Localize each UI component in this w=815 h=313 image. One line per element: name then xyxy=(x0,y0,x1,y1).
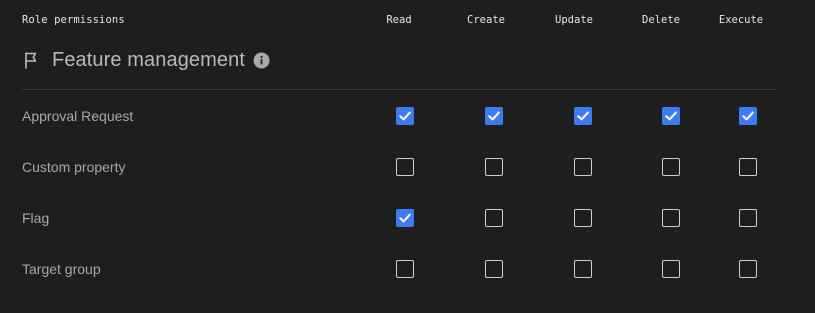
read-checkbox[interactable] xyxy=(396,158,414,176)
permission-row-flag: Flag xyxy=(0,198,815,238)
execute-checkbox[interactable] xyxy=(739,158,757,176)
permission-row-label: Custom property xyxy=(22,159,126,175)
column-header-create: Create xyxy=(467,14,505,26)
column-header-read: Read xyxy=(386,14,412,26)
permission-row-custom-property: Custom property xyxy=(0,147,815,187)
execute-checkbox[interactable] xyxy=(739,260,757,278)
update-checkbox[interactable] xyxy=(574,260,592,278)
permission-row-label: Target group xyxy=(22,261,101,277)
permissions-header-row: Role permissions Read Create Update Dele… xyxy=(0,0,815,40)
create-checkbox[interactable] xyxy=(485,209,503,227)
info-icon[interactable] xyxy=(253,52,270,69)
column-header-delete: Delete xyxy=(642,14,680,26)
feature-management-section-header: Feature management xyxy=(22,45,270,75)
section-divider xyxy=(22,89,777,90)
execute-checkbox[interactable] xyxy=(739,107,757,125)
flag-icon xyxy=(22,50,42,70)
permission-row-approval-request: Approval Request xyxy=(0,96,815,136)
delete-checkbox[interactable] xyxy=(662,107,680,125)
delete-checkbox[interactable] xyxy=(662,260,680,278)
create-checkbox[interactable] xyxy=(485,158,503,176)
read-checkbox[interactable] xyxy=(396,107,414,125)
permission-row-label: Flag xyxy=(22,210,50,226)
section-title: Feature management xyxy=(52,48,246,71)
delete-checkbox[interactable] xyxy=(662,209,680,227)
permission-row-target-group: Target group xyxy=(0,249,815,289)
role-permissions-title: Role permissions xyxy=(22,14,125,26)
column-header-execute: Execute xyxy=(718,14,764,26)
column-header-update: Update xyxy=(555,14,593,26)
execute-checkbox[interactable] xyxy=(739,209,757,227)
read-checkbox[interactable] xyxy=(396,260,414,278)
create-checkbox[interactable] xyxy=(485,107,503,125)
update-checkbox[interactable] xyxy=(574,107,592,125)
read-checkbox[interactable] xyxy=(396,209,414,227)
permission-row-label: Approval Request xyxy=(22,108,134,124)
update-checkbox[interactable] xyxy=(574,209,592,227)
delete-checkbox[interactable] xyxy=(662,158,680,176)
update-checkbox[interactable] xyxy=(574,158,592,176)
create-checkbox[interactable] xyxy=(485,260,503,278)
